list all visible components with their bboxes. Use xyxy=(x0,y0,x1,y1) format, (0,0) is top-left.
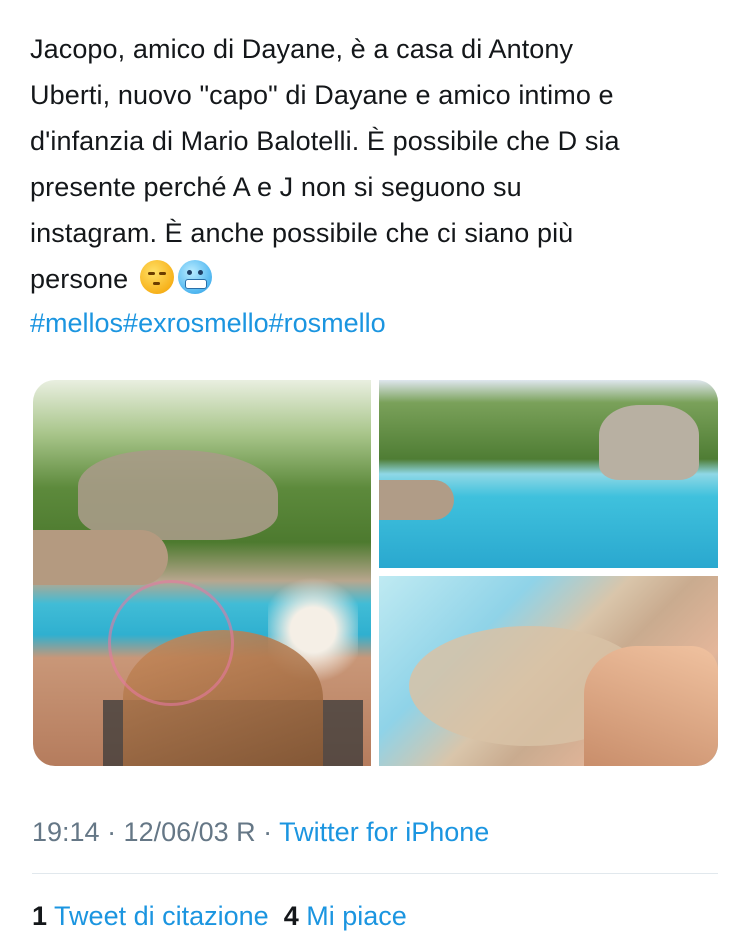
likes-link[interactable]: Mi piace xyxy=(299,901,407,931)
media-grid xyxy=(33,380,718,766)
hashtags: #mellos#exrosmello#rosmello xyxy=(30,303,386,343)
source-link[interactable]: Twitter for iPhone xyxy=(279,817,489,847)
hashtag-exrosmello[interactable]: #exrosmello xyxy=(123,308,269,338)
rock-waterfall xyxy=(599,405,699,480)
hot-tub xyxy=(33,530,168,585)
hashtag-mellos[interactable]: #mellos xyxy=(30,308,123,338)
tweet-line: Jacopo, amico di Dayane, è a casa di Ant… xyxy=(30,34,574,64)
photo-pool-feet[interactable] xyxy=(379,576,718,766)
tweet-text: Jacopo, amico di Dayane, è a casa di Ant… xyxy=(30,26,720,302)
smirking-face-icon xyxy=(139,260,174,294)
timestamp: 19:14 · 12/06/03 R · xyxy=(32,817,280,847)
tweet-line: Uberti, nuovo "capo" di Dayane e amico i… xyxy=(30,80,614,110)
quote-count: 1 xyxy=(32,901,48,931)
photo-pool-wide[interactable] xyxy=(379,380,718,568)
foot xyxy=(584,646,718,766)
tweet-stats: 1 Tweet di citazione 4 Mi piace xyxy=(32,896,407,936)
hashtag-rosmello[interactable]: #rosmello xyxy=(269,308,386,338)
divider xyxy=(32,873,718,874)
tweet-line-last: persone xyxy=(30,256,720,302)
likes-count: 4 xyxy=(283,901,299,931)
quote-tweets-link[interactable]: Tweet di citazione xyxy=(47,901,269,931)
hot-tub xyxy=(379,480,454,520)
watermark-logo xyxy=(108,580,234,706)
photo-pool-lounge[interactable] xyxy=(33,380,371,766)
tweet-line: presente perché A e J non si seguono su xyxy=(30,172,522,202)
tweet-line: instagram. È anche possibile che ci sian… xyxy=(30,218,574,248)
tweet-meta: 19:14 · 12/06/03 R · Twitter for iPhone xyxy=(32,812,489,852)
tweet-line: d'infanzia di Mario Balotelli. È possibi… xyxy=(30,126,620,156)
rock-waterfall xyxy=(78,450,278,540)
cold-face-icon xyxy=(177,260,212,294)
tweet-line: persone xyxy=(30,264,129,294)
